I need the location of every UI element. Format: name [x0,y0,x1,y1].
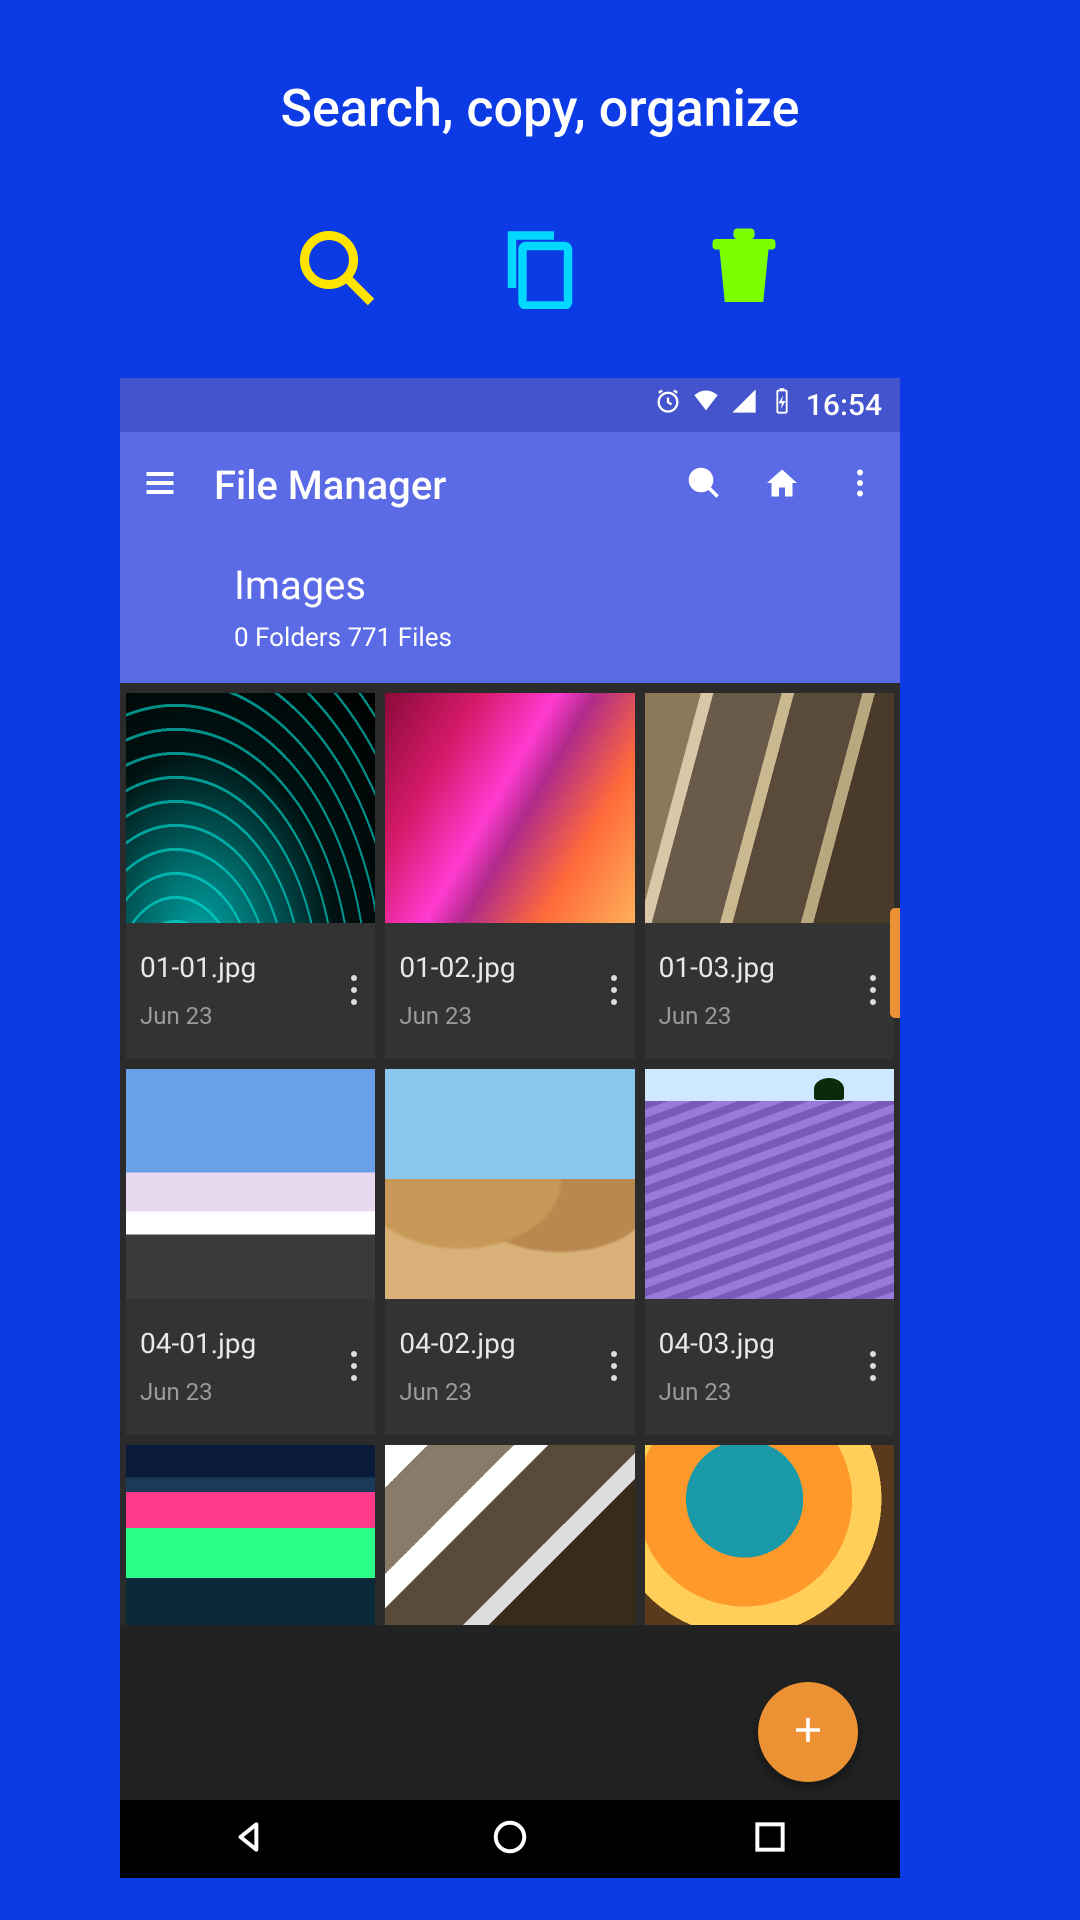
thumbnail [126,1445,375,1625]
phone-frame: 16:54 File Manager Images 0 Folders 771 … [120,378,900,1878]
tile-overflow-icon[interactable] [351,1351,361,1381]
file-name: 04-03.jpg [659,1327,775,1360]
wifi-icon [692,387,720,423]
app-bar: File Manager Images 0 Folders 771 Files [120,432,900,683]
thumbnail [645,1445,894,1625]
hero-title: Search, copy, organize [0,0,1080,139]
file-date: Jun 23 [140,1378,256,1406]
thumbnail [645,1069,894,1299]
file-name: 01-03.jpg [659,951,775,984]
tile-overflow-icon[interactable] [870,1351,880,1381]
thumbnail [126,693,375,923]
signal-icon [730,387,758,423]
file-tile[interactable] [126,1445,375,1625]
file-name: 01-01.jpg [140,951,256,984]
file-name: 04-02.jpg [399,1327,515,1360]
menu-icon[interactable] [142,465,178,505]
nav-back-button[interactable] [231,1818,269,1860]
file-tile[interactable]: 04-01.jpg Jun 23 [126,1069,375,1435]
folder-title: Images [234,562,878,609]
plus-icon [790,1712,826,1752]
nav-recents-button[interactable] [751,1818,789,1860]
file-tile[interactable]: 01-03.jpg Jun 23 [645,693,894,1059]
file-tile[interactable] [645,1445,894,1625]
file-name: 01-02.jpg [399,951,515,984]
status-time: 16:54 [806,388,882,423]
tile-overflow-icon[interactable] [351,975,361,1005]
file-date: Jun 23 [140,1002,256,1030]
tile-overflow-icon[interactable] [870,975,880,1005]
thumbnail [126,1069,375,1299]
android-nav-bar [120,1800,900,1878]
file-tile[interactable] [385,1445,634,1625]
nav-home-button[interactable] [491,1818,529,1860]
fab-add-button[interactable] [758,1682,858,1782]
file-tile[interactable]: 04-03.jpg Jun 23 [645,1069,894,1435]
file-date: Jun 23 [659,1378,775,1406]
home-button[interactable] [764,465,800,505]
file-date: Jun 23 [399,1002,515,1030]
thumbnail [385,1069,634,1299]
search-button[interactable] [686,465,722,505]
file-name: 04-01.jpg [140,1327,256,1360]
thumbnail [385,693,634,923]
overflow-menu-button[interactable] [842,465,878,505]
file-tile[interactable]: 04-02.jpg Jun 23 [385,1069,634,1435]
hero-icon-row [0,225,1080,313]
folder-subtitle: 0 Folders 771 Files [234,623,878,653]
search-icon [294,225,378,313]
alarm-icon [654,387,682,423]
tile-overflow-icon[interactable] [611,1351,621,1381]
copy-icon [498,225,582,313]
thumbnail [645,693,894,923]
file-tile[interactable]: 01-02.jpg Jun 23 [385,693,634,1059]
file-date: Jun 23 [399,1378,515,1406]
thumbnail [385,1445,634,1625]
battery-icon [768,387,796,423]
status-bar: 16:54 [120,378,900,432]
delete-icon [702,225,786,313]
tile-overflow-icon[interactable] [611,975,621,1005]
app-title: File Manager [214,462,686,509]
file-date: Jun 23 [659,1002,775,1030]
scroll-indicator[interactable] [890,908,900,1018]
image-grid[interactable]: 01-01.jpg Jun 23 01-02.jpg Jun 23 01-03.… [120,683,900,1625]
file-tile[interactable]: 01-01.jpg Jun 23 [126,693,375,1059]
